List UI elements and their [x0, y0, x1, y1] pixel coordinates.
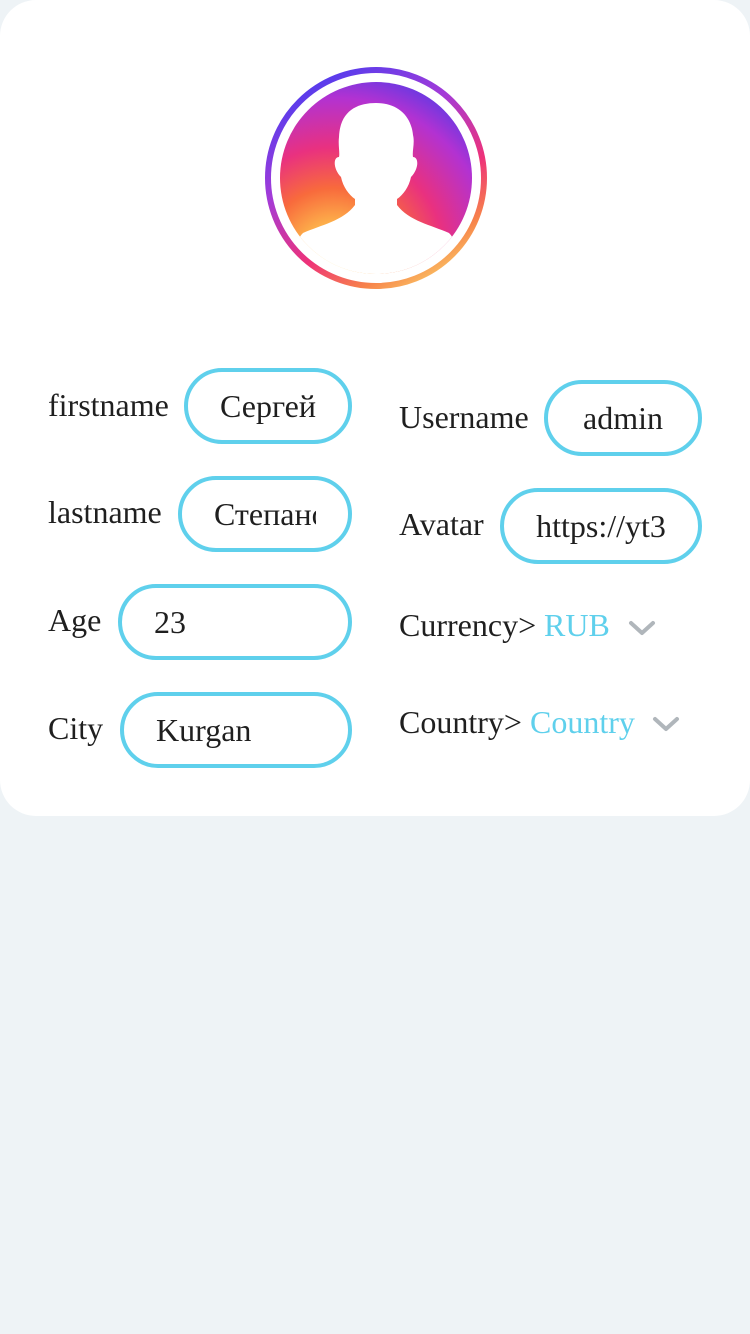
age-input[interactable] — [122, 588, 348, 656]
country-select[interactable]: Country — [530, 704, 635, 740]
age-field[interactable] — [118, 584, 352, 660]
city-label: City — [48, 710, 104, 746]
age-label: Age — [48, 602, 102, 638]
lastname-field[interactable] — [178, 476, 352, 552]
chevron-down-icon[interactable] — [628, 619, 656, 637]
username-input[interactable] — [548, 384, 698, 452]
currency-label: Currency> — [399, 607, 537, 643]
username-label: Username — [399, 399, 529, 435]
city-input[interactable] — [124, 696, 348, 764]
firstname-input[interactable] — [188, 372, 348, 440]
firstname-field[interactable] — [184, 368, 352, 444]
user-silhouette-icon — [265, 67, 487, 289]
country-label: Country> — [399, 704, 522, 740]
avatar[interactable] — [263, 65, 489, 291]
username-field[interactable] — [544, 380, 702, 456]
lastname-input[interactable] — [182, 480, 348, 548]
chevron-down-icon[interactable] — [652, 715, 680, 733]
profile-card: firstname lastname Age City Username Ava… — [0, 0, 750, 816]
avatar-label: Avatar — [399, 506, 484, 542]
avatar-url-input[interactable] — [504, 492, 698, 560]
city-field[interactable] — [120, 692, 352, 768]
lastname-label: lastname — [48, 494, 162, 530]
currency-select[interactable]: RUB — [544, 607, 610, 643]
avatar-url-field[interactable] — [500, 488, 702, 564]
firstname-label: firstname — [48, 387, 169, 423]
